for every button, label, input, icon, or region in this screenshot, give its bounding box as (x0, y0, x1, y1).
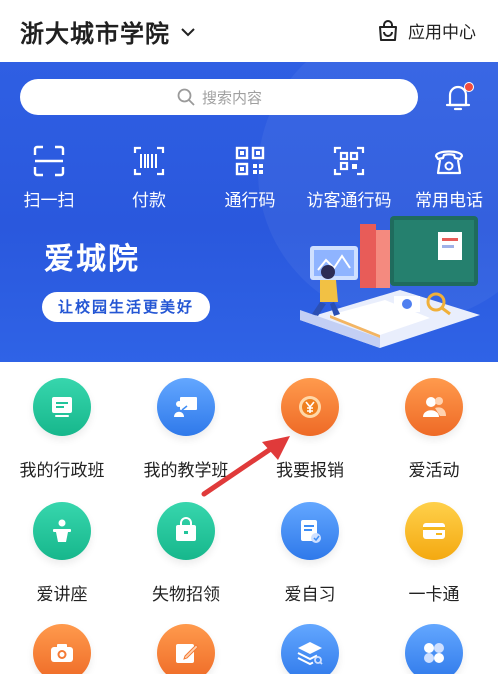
quick-action-label: 付款 (132, 191, 166, 211)
app-label: 失物招领 (152, 585, 220, 605)
quick-action-pay[interactable]: 付款 (120, 144, 178, 211)
qrcode-icon (235, 146, 265, 176)
chevron-down-icon (181, 27, 195, 36)
notification-button[interactable] (442, 80, 474, 114)
quick-action-pass-code[interactable]: 通行码 (218, 144, 282, 211)
quick-action-visitor-code[interactable]: 访客通行码 (300, 144, 398, 211)
scan-icon (33, 145, 65, 177)
app-center-label: 应用中心 (408, 23, 476, 43)
quick-action-label: 通行码 (224, 191, 276, 211)
app-icon-bg (157, 378, 215, 436)
quick-action-phone[interactable]: 常用电话 (410, 144, 488, 211)
app-label: 我要报销 (276, 461, 344, 481)
grid-icon (424, 643, 444, 663)
app-icon-bg (33, 378, 91, 436)
app-icon-bg (33, 502, 91, 560)
app-admin-class[interactable]: 我的行政班 (0, 378, 124, 481)
app-lectures[interactable]: 爱讲座 (0, 502, 124, 605)
app-icon-bg (281, 378, 339, 436)
app-icon-bg (405, 624, 463, 674)
app-more[interactable] (372, 624, 496, 674)
school-selector[interactable]: 浙大城市学院 (20, 14, 198, 49)
visitor-qrcode-icon (333, 146, 365, 176)
app-edit[interactable] (124, 624, 248, 674)
app-label: 爱讲座 (36, 585, 88, 605)
app-layers-search[interactable] (248, 624, 372, 674)
app-icon-bg (281, 624, 339, 674)
layers-search-icon (297, 642, 323, 666)
banner-slogan[interactable]: 让校园生活更美好 (42, 292, 211, 322)
yen-coin-icon (299, 396, 321, 418)
search-icon (177, 88, 195, 106)
app-icon-bg (157, 502, 215, 560)
phone-icon (434, 150, 464, 175)
app-teaching-class[interactable]: 我的教学班 (124, 378, 248, 481)
app-self-study[interactable]: 爱自习 (248, 502, 372, 605)
bag-icon (176, 517, 196, 541)
app-icon-bg (405, 502, 463, 560)
card-icon (423, 523, 445, 539)
home-banner: 搜索内容 扫一扫 付款 通行码 访客通行码 常用电话 爱城院 让校园生活更美好 (0, 62, 498, 362)
app-center-button[interactable]: 应用中心 (376, 18, 476, 43)
app-label: 一卡通 (408, 585, 460, 605)
barcode-icon (133, 146, 165, 176)
app-icon-bg (157, 624, 215, 674)
app-activities[interactable]: 爱活动 (372, 378, 496, 481)
app-label: 我的教学班 (143, 461, 229, 481)
app-icon-bg (281, 502, 339, 560)
teacher-board-icon (174, 397, 197, 417)
document-icon (301, 520, 321, 543)
app-label: 我的行政班 (19, 461, 105, 481)
notification-dot (464, 82, 474, 92)
camera-icon (51, 644, 73, 662)
monitor-icon (52, 397, 72, 417)
top-header: 浙大城市学院 应用中心 (0, 0, 498, 62)
app-label: 爱活动 (408, 461, 460, 481)
study-illustration (300, 216, 480, 348)
app-icon-bg (33, 624, 91, 674)
app-icon-bg (405, 378, 463, 436)
search-input[interactable]: 搜索内容 (20, 79, 418, 115)
school-name: 浙大城市学院 (20, 20, 170, 48)
app-lost-and-found[interactable]: 失物招领 (124, 502, 248, 605)
app-campus-card[interactable]: 一卡通 (372, 502, 496, 605)
search-placeholder: 搜索内容 (201, 88, 262, 107)
shopping-bag-icon (379, 19, 397, 41)
quick-action-label: 常用电话 (415, 191, 483, 211)
app-camera[interactable] (0, 624, 124, 674)
app-label: 爱自习 (284, 585, 336, 605)
quick-action-scan[interactable]: 扫一扫 (20, 144, 78, 211)
quick-action-label: 扫一扫 (23, 191, 75, 211)
quick-action-label: 访客通行码 (306, 191, 392, 211)
app-grid: 我的行政班 我的教学班 我要报销 爱活动 爱讲座 失物招领 爱自习 一卡通 (0, 362, 498, 674)
podium-icon (53, 519, 71, 542)
people-icon (423, 397, 446, 417)
banner-title: 爱城院 (44, 242, 140, 277)
app-reimbursement[interactable]: 我要报销 (248, 378, 372, 481)
edit-icon (176, 644, 199, 663)
